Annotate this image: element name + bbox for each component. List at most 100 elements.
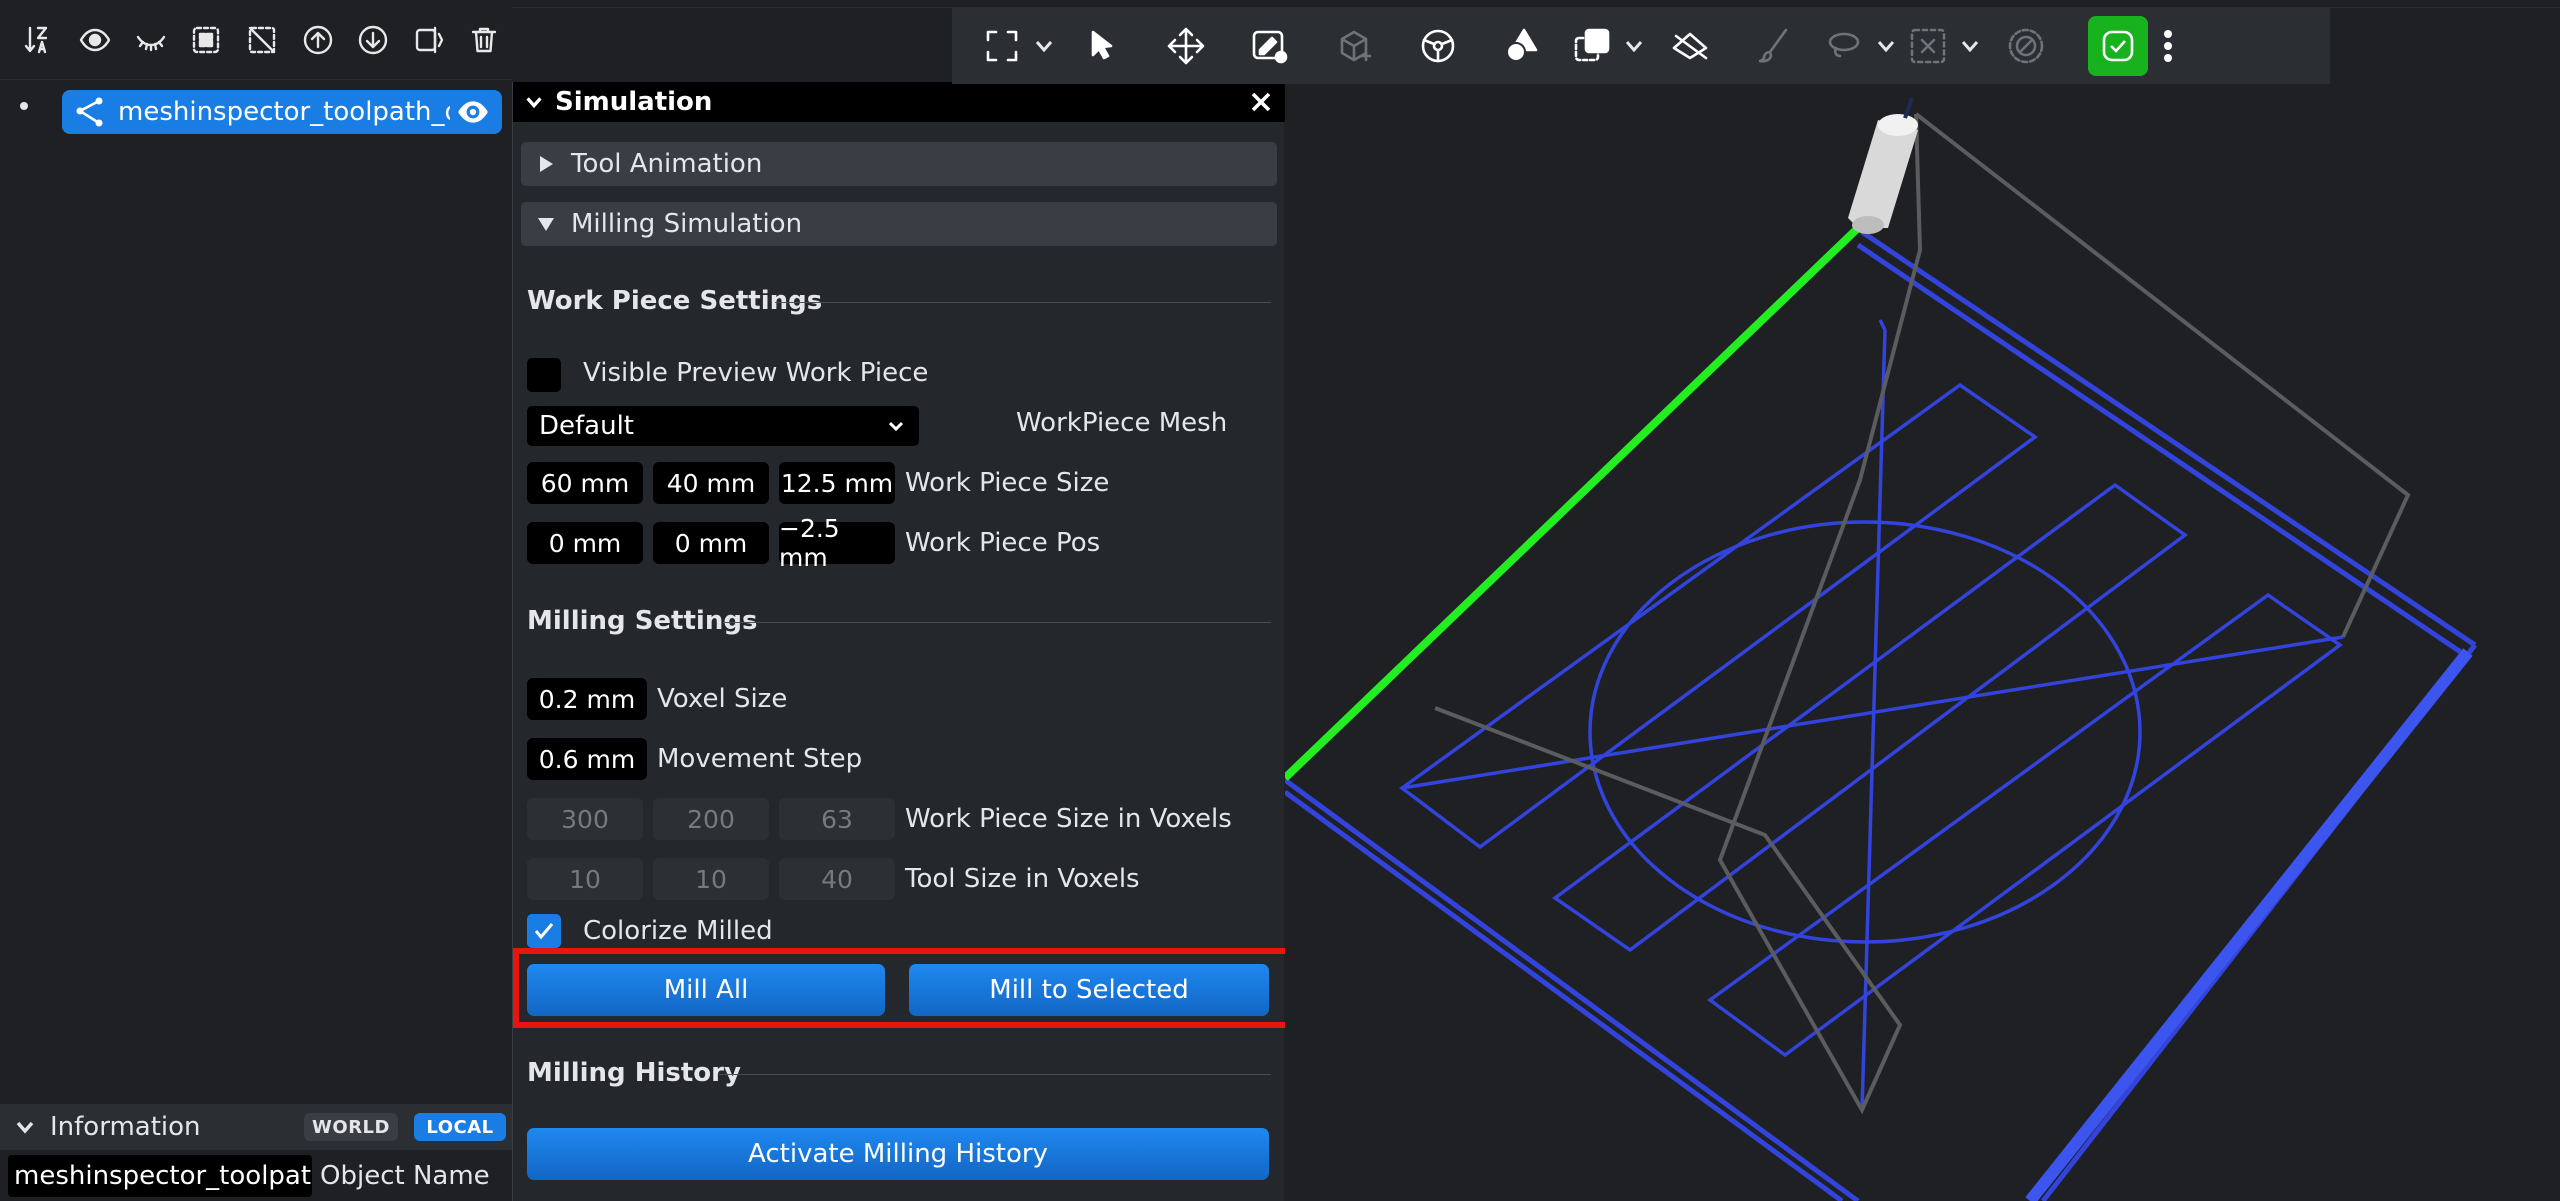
- brush-icon[interactable]: [1732, 8, 1816, 84]
- accept-button[interactable]: [2088, 16, 2148, 76]
- toolpath-icon: [62, 90, 118, 134]
- work-piece-settings-title: Work Piece Settings: [527, 286, 823, 316]
- more-icon[interactable]: [2148, 8, 2188, 84]
- tool-animation-label: Tool Animation: [571, 149, 763, 179]
- delete-icon[interactable]: [457, 11, 513, 69]
- work-piece-pos-z[interactable]: −2.5 mm: [779, 514, 895, 572]
- object-name-label: Object Name: [320, 1160, 490, 1191]
- tool-voxels-label: Tool Size in Voxels: [905, 864, 1140, 894]
- world-toggle[interactable]: WORLD: [304, 1113, 398, 1141]
- spin-icon[interactable]: [1312, 8, 1396, 84]
- deselect-box-icon[interactable]: [1900, 8, 1956, 84]
- chevron-down-icon[interactable]: [1030, 8, 1058, 84]
- work-piece-pos-x[interactable]: 0 mm: [527, 522, 643, 564]
- move-icon[interactable]: [1144, 8, 1228, 84]
- chevron-down-icon: [513, 92, 555, 112]
- tree-bullet: [20, 102, 28, 110]
- travel-moves: [1434, 112, 2411, 1115]
- information-header[interactable]: Information WORLD LOCAL: [0, 1104, 512, 1150]
- voxels-size-label: Work Piece Size in Voxels: [905, 804, 1232, 834]
- workpiece-outline: [1285, 229, 2477, 1201]
- visible-preview-checkbox[interactable]: [527, 358, 561, 392]
- simulation-header[interactable]: Simulation: [513, 82, 1285, 122]
- duplicate-icon[interactable]: [1564, 8, 1620, 84]
- chevron-down-icon: [885, 414, 907, 444]
- steering-wheel-icon[interactable]: [1396, 8, 1480, 84]
- scene-tree: meshinspector_toolpath_de: [0, 80, 512, 1100]
- movement-step-label: Movement Step: [657, 744, 863, 774]
- voxels-size-z: 63: [779, 798, 895, 840]
- disable-icon[interactable]: [1984, 8, 2068, 84]
- work-piece-size-label: Work Piece Size: [905, 468, 1110, 498]
- chevron-down-icon[interactable]: [1872, 8, 1900, 84]
- voxel-size-field[interactable]: 0.2 mm: [527, 678, 647, 720]
- select-pointer-icon[interactable]: [1058, 8, 1144, 84]
- move-down-icon[interactable]: [345, 11, 401, 69]
- slice-icon[interactable]: [1648, 8, 1732, 84]
- divider: [719, 1074, 1271, 1075]
- milling-simulation-header[interactable]: Milling Simulation: [521, 202, 1277, 246]
- deselect-icon[interactable]: [234, 11, 290, 69]
- accept-icon: [2102, 30, 2134, 62]
- move-up-icon[interactable]: [290, 11, 346, 69]
- lasso-icon[interactable]: [1816, 8, 1872, 84]
- visible-preview-label: Visible Preview Work Piece: [583, 358, 929, 388]
- work-piece-size-y[interactable]: 40 mm: [653, 462, 769, 504]
- tool-cylinder: [1848, 97, 1918, 234]
- scene-tree-item-toolpath[interactable]: meshinspector_toolpath_de: [62, 90, 502, 134]
- close-icon[interactable]: [1243, 84, 1279, 120]
- 3d-viewport[interactable]: [1285, 82, 2560, 1201]
- chevron-down-icon[interactable]: [1956, 8, 1984, 84]
- work-piece-size-z[interactable]: 12.5 mm: [779, 462, 895, 504]
- chevron-down-icon[interactable]: [1620, 8, 1648, 84]
- current-move: [1285, 225, 1861, 781]
- tool-animation-header[interactable]: Tool Animation: [521, 142, 1277, 186]
- voxels-size-y: 200: [653, 798, 769, 840]
- colorize-milled-label: Colorize Milled: [583, 916, 773, 946]
- show-icon[interactable]: [68, 11, 124, 69]
- mill-all-button[interactable]: Mill All: [527, 964, 885, 1016]
- tool-voxels-z: 40: [779, 858, 895, 900]
- main-toolbar: [952, 8, 2330, 84]
- activate-milling-history-button[interactable]: Activate Milling History: [527, 1128, 1269, 1180]
- toggle-panel-icon[interactable]: [401, 11, 457, 69]
- edit-object-icon[interactable]: [1228, 8, 1312, 84]
- mill-to-selected-button[interactable]: Mill to Selected: [909, 964, 1269, 1016]
- voxels-size-x: 300: [527, 798, 643, 840]
- simulation-title: Simulation: [555, 87, 713, 117]
- checkmark-icon: [534, 923, 554, 940]
- local-toggle[interactable]: LOCAL: [414, 1113, 506, 1141]
- toolpath-render: [1285, 97, 2477, 1201]
- simulation-panel: Simulation Tool Animation Milling Simula…: [512, 82, 1291, 1201]
- milling-settings-title: Milling Settings: [527, 606, 758, 636]
- movement-step-field[interactable]: 0.6 mm: [527, 738, 647, 780]
- information-title: Information: [50, 1112, 201, 1142]
- workpiece-mesh-select[interactable]: Default: [527, 406, 919, 446]
- triangle-down-icon: [521, 215, 571, 233]
- work-piece-pos-y[interactable]: 0 mm: [653, 522, 769, 564]
- triangle-right-icon: [521, 155, 571, 173]
- hide-icon[interactable]: [123, 11, 179, 69]
- visibility-eye-icon[interactable]: [450, 90, 496, 134]
- divider: [775, 302, 1271, 303]
- fit-view-icon[interactable]: [974, 8, 1030, 84]
- top-strip: [512, 0, 2560, 8]
- select-all-icon[interactable]: [179, 11, 235, 69]
- work-piece-size-x[interactable]: 60 mm: [527, 462, 643, 504]
- sort-az-icon[interactable]: [12, 11, 68, 69]
- chevron-down-icon: [0, 1116, 50, 1138]
- scene-toolbar: [0, 0, 512, 80]
- milling-history-title: Milling History: [527, 1058, 741, 1088]
- object-name-field[interactable]: meshinspector_toolpath_: [8, 1154, 312, 1197]
- tool-voxels-y: 10: [653, 858, 769, 900]
- workpiece-mesh-label: WorkPiece Mesh: [1016, 408, 1228, 438]
- workpiece-mesh-value: Default: [539, 411, 634, 441]
- colorize-milled-checkbox[interactable]: [527, 914, 561, 948]
- tool-voxels-x: 10: [527, 858, 643, 900]
- voxel-size-label: Voxel Size: [657, 684, 788, 714]
- object-name-row: meshinspector_toolpath_ Object Name: [0, 1150, 512, 1201]
- divider: [723, 622, 1271, 623]
- scene-tree-item-label: meshinspector_toolpath_de: [118, 97, 450, 127]
- shapes-icon[interactable]: [1480, 8, 1564, 84]
- milling-simulation-label: Milling Simulation: [571, 209, 803, 239]
